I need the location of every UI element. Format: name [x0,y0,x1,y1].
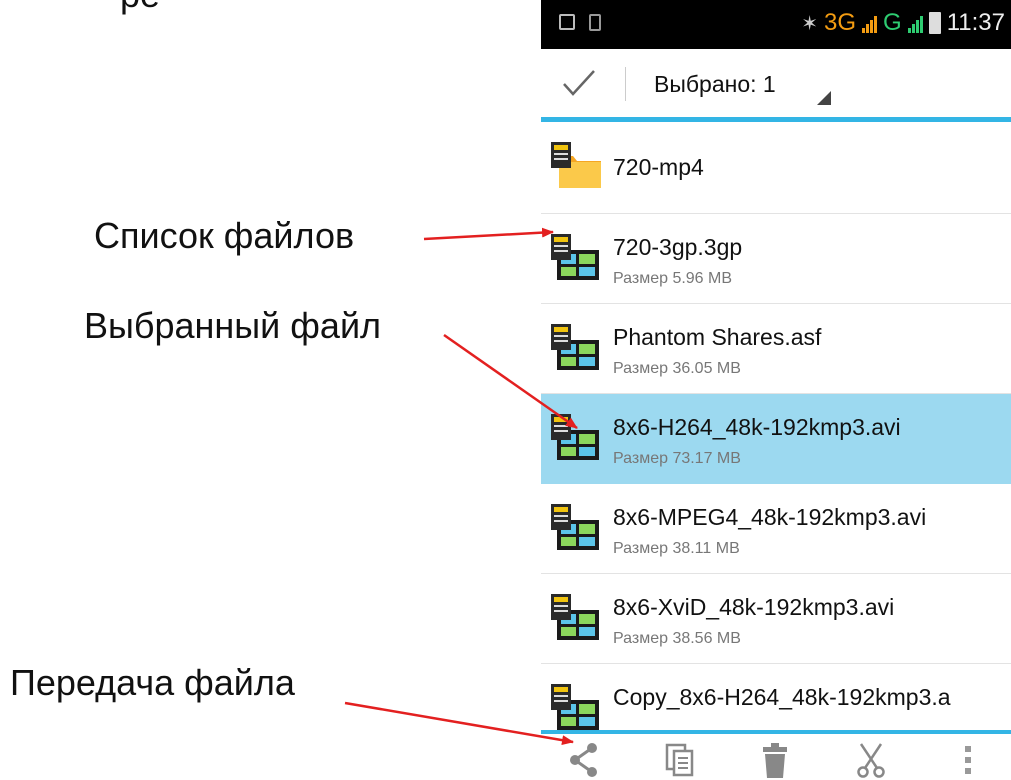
cut-button[interactable] [849,742,893,780]
file-size: Размер 38.56 MB [613,630,741,647]
status-time: 11:37 [946,9,1005,36]
file-size: Размер 36.05 MB [613,360,741,377]
video-file-icon [551,414,599,460]
dropdown-caret-icon[interactable] [817,91,831,105]
file-size: Размер 5.96 MB [613,270,733,287]
bottom-action-bar [541,730,1011,780]
file-row[interactable]: 720-3gp.3gp Размер 5.96 MB [541,214,1011,304]
file-row[interactable]: Phantom Shares.asf Размер 36.05 MB [541,304,1011,394]
file-name: Copy_8x6-H264_48k-192kmp3.a [613,684,951,710]
file-list: 720-mp4 720-3gp.3gp Размер 5.96 MB Phantom … [541,122,1011,754]
file-list-arrow [423,227,554,241]
folder-icon [551,142,601,188]
copy-icon [665,743,694,777]
file-name: 8x6-MPEG4_48k-192kmp3.avi [613,504,927,530]
file-name: Phantom Shares.asf [613,324,822,350]
copy-button[interactable] [658,742,702,780]
share-icon [570,743,597,777]
annotation-file-list: Список файлов [94,215,355,256]
phone-screen: ✶ 3G G 11:37 Выбрано: 1 720-mp4 720-3gp.3… [541,0,1011,780]
transfer-file-arrow [344,701,574,746]
status-bar: ✶ 3G G 11:37 [541,0,1011,49]
video-file-icon [551,684,599,730]
cut-icon [857,743,885,778]
file-row[interactable]: 8x6-MPEG4_48k-192kmp3.avi Размер 38.11 MB [541,484,1011,574]
signal-strength-icon [862,13,878,33]
screenshot-notification-icon [559,14,575,30]
action-bar: Выбрано: 1 [541,49,1011,122]
video-file-icon [551,324,599,370]
bluetooth-icon: ✶ [801,12,819,35]
overflow-menu-button[interactable] [946,742,990,780]
file-name: 720-3gp.3gp [613,234,743,260]
share-button[interactable] [561,742,605,780]
file-size: Размер 73.17 MB [613,450,741,467]
network-type-2-label: G [883,9,902,36]
signal-strength-2-icon [907,13,923,33]
network-type-label: 3G [824,9,857,36]
file-name: 720-mp4 [613,154,704,180]
selection-count-dropdown[interactable]: Выбрано: 1 [654,71,776,98]
annotation-top-partial: ре [120,0,160,16]
video-file-icon [551,594,599,640]
video-file-icon [551,504,599,550]
file-name: 8x6-H264_48k-192kmp3.avi [613,414,901,440]
file-size: Размер 38.11 MB [613,540,740,557]
folder-row[interactable]: 720-mp4 [541,122,1011,214]
file-name: 8x6-XviD_48k-192kmp3.avi [613,594,895,620]
delete-button[interactable] [753,742,797,780]
annotation-transfer-file: Передача файла [10,662,295,703]
overflow-menu-icon [965,746,971,774]
video-file-icon [551,234,599,280]
file-row[interactable]: 8x6-H264_48k-192kmp3.avi Размер 73.17 MB [541,394,1011,484]
annotation-selected-file: Выбранный файл [84,305,382,346]
file-row[interactable]: 8x6-XviD_48k-192kmp3.avi Размер 38.56 MB [541,574,1011,664]
document-notification-icon [589,14,601,31]
action-bar-divider [625,67,626,101]
delete-icon [763,743,787,778]
battery-icon [928,12,941,34]
done-check-icon[interactable] [561,65,597,101]
